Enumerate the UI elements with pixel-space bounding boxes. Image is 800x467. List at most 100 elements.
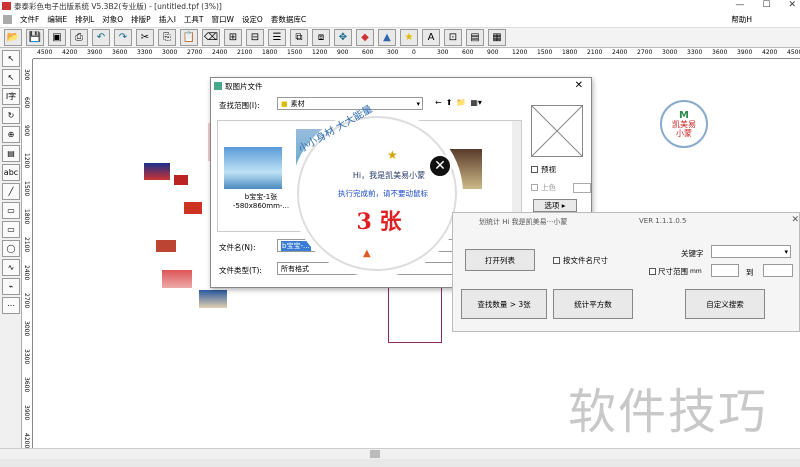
select-tool-icon[interactable]: ↖ (2, 50, 20, 67)
search-count-button[interactable]: 查找数量 > 3张 (461, 289, 547, 319)
menu-database[interactable]: 套数据库C (271, 14, 306, 25)
close-icon[interactable]: ✕ (575, 80, 583, 91)
canvas-thumbnail[interactable] (156, 240, 176, 252)
menu-tools[interactable]: 工具T (184, 14, 204, 25)
menu-window[interactable]: 窗口W (212, 14, 234, 25)
ruler-tick: 3900 (23, 405, 30, 421)
canvas-thumbnail[interactable] (144, 163, 170, 180)
print-icon[interactable]: ⎙ (70, 29, 88, 46)
size-unit: mm (690, 268, 702, 275)
custom-search-button[interactable]: 自定义搜索 (685, 289, 765, 319)
open-list-button[interactable]: 打开列表 (465, 249, 535, 271)
color-icon[interactable]: ◆ (356, 29, 374, 46)
file-thumbnail[interactable] (224, 147, 282, 189)
roundrect-tool-icon[interactable]: ▭ (2, 221, 20, 238)
ruler-tick: 4200 (62, 49, 78, 56)
group-icon[interactable]: ⧉ (290, 29, 308, 46)
panel-title: 划统计 Hi 我是凯美易···小蒙 (479, 218, 568, 226)
checkbox-icon[interactable] (531, 166, 538, 173)
keyword-select[interactable]: ▾ (711, 245, 791, 258)
save-icon[interactable]: 💾 (26, 29, 44, 46)
size-min-input[interactable] (711, 264, 739, 277)
text-icon[interactable]: A (422, 29, 440, 46)
menu-layout[interactable]: 排版P (131, 14, 151, 25)
doc-icon (3, 15, 12, 24)
filename-label: 文件名(N): (219, 243, 256, 252)
horizontal-ruler: 4500 4200 3900 3600 3300 3000 2700 2400 2100 1800… (33, 48, 800, 59)
menu-file[interactable]: 文件F (20, 14, 39, 25)
abc-tool-icon[interactable]: abc (2, 164, 20, 181)
size-range-checkbox[interactable]: 尺寸范围 mm (649, 266, 702, 277)
paste-icon[interactable]: 📋 (180, 29, 198, 46)
move-icon[interactable]: ✥ (334, 29, 352, 46)
size-max-input[interactable] (763, 264, 793, 277)
lookin-value: 素材 (290, 99, 305, 108)
frame-icon[interactable]: ⊡ (444, 29, 462, 46)
minimize-button[interactable]: — (735, 0, 744, 10)
rect-tool-icon[interactable]: ▭ (2, 202, 20, 219)
ruler-tick: 1200 (312, 49, 328, 56)
curve-tool-icon[interactable]: ∿ (2, 259, 20, 276)
star-icon[interactable]: ★ (400, 29, 418, 46)
stat-sqm-button[interactable]: 统计平方数 (553, 289, 633, 319)
checkbox-icon[interactable] (553, 257, 560, 264)
options-button[interactable]: 选项 ▸ (533, 199, 577, 212)
menu-help[interactable]: 帮助H (731, 14, 752, 25)
scroll-thumb[interactable] (370, 450, 380, 458)
menu-object[interactable]: 对象O (102, 14, 123, 25)
color-checkbox[interactable]: 上色 (531, 182, 591, 193)
ruler-tick: 3300 (137, 49, 153, 56)
table-tool-icon[interactable]: ▤ (2, 145, 20, 162)
line-tool-icon[interactable]: ╱ (2, 183, 20, 200)
ruler-icon[interactable]: ▤ (466, 29, 484, 46)
menu-settings[interactable]: 设定O (242, 14, 263, 25)
ruler-tick: 4500 (37, 49, 53, 56)
maximize-button[interactable]: ☐ (762, 0, 770, 10)
color-swatch[interactable] (573, 182, 591, 193)
checkbox-icon[interactable] (531, 184, 538, 191)
align3-icon[interactable]: ☰ (268, 29, 286, 46)
grid-icon[interactable]: ▦ (488, 29, 506, 46)
menu-insert[interactable]: 插入I (159, 14, 176, 25)
ruler-tick: 1500 (23, 181, 30, 197)
by-filename-checkbox[interactable]: 按文件名尺寸 (553, 255, 608, 266)
lookin-select[interactable]: ■ 素材 ▾ (277, 97, 423, 110)
cut-icon[interactable]: ✂ (136, 29, 154, 46)
up-folder-icon[interactable]: ⬆ (446, 98, 453, 107)
align2-icon[interactable]: ⊟ (246, 29, 264, 46)
group2-icon[interactable]: ⧈ (312, 29, 330, 46)
node-tool-icon[interactable]: ↖ (2, 69, 20, 86)
ellipse-tool-icon[interactable]: ◯ (2, 240, 20, 257)
copy-icon[interactable]: ⎘ (158, 29, 176, 46)
open-icon[interactable]: 📂 (4, 29, 22, 46)
canvas-thumbnail[interactable] (199, 290, 227, 308)
checkbox-icon[interactable] (649, 268, 656, 275)
canvas-thumbnail[interactable] (184, 202, 202, 214)
menu-edit[interactable]: 编辑E (47, 14, 67, 25)
dotted-tool-icon[interactable]: ⋯ (2, 297, 20, 314)
fill-icon[interactable]: ▲ (378, 29, 396, 46)
ruler-tick: 1200 (23, 153, 30, 169)
options-label: 选项 (544, 201, 560, 210)
rotate-tool-icon[interactable]: ↻ (2, 107, 20, 124)
canvas-thumbnail[interactable] (162, 270, 192, 288)
polyline-tool-icon[interactable]: ⌁ (2, 278, 20, 295)
close-button[interactable]: ✕ (788, 0, 796, 10)
close-icon[interactable]: ✕ (791, 215, 799, 225)
new-folder-icon[interactable]: 📁 (456, 98, 466, 107)
page-frame[interactable] (388, 285, 442, 343)
text-tool-icon[interactable]: I字 (2, 88, 20, 105)
menu-arrange[interactable]: 排列L (75, 14, 94, 25)
redo-icon[interactable]: ↷ (114, 29, 132, 46)
back-icon[interactable]: ← (435, 98, 442, 107)
undo-icon[interactable]: ↶ (92, 29, 110, 46)
align-icon[interactable]: ⊞ (224, 29, 242, 46)
preview-checkbox[interactable]: 预视 (531, 164, 556, 175)
close-icon[interactable]: ✕ (428, 154, 452, 178)
view-menu-icon[interactable]: ▦▾ (470, 98, 482, 107)
zoom-tool-icon[interactable]: ⊕ (2, 126, 20, 143)
canvas-thumbnail[interactable] (174, 175, 188, 185)
image-icon[interactable]: ▣ (48, 29, 66, 46)
horizontal-scrollbar[interactable] (0, 448, 800, 459)
delete-icon[interactable]: ⌫ (202, 29, 220, 46)
